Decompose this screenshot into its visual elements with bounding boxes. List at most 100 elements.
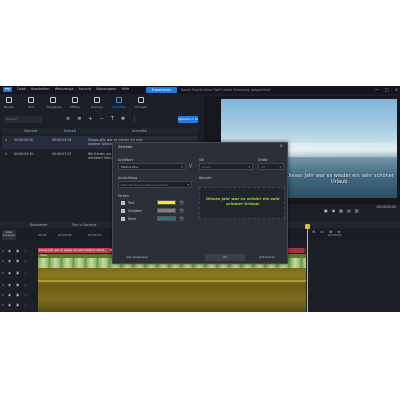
ok-button[interactable]: OK: [205, 254, 245, 261]
mute-icon[interactable]: ◌: [24, 271, 27, 275]
eyedropper-icon[interactable]: ✎: [179, 208, 184, 213]
track-control: 6 ◉ ▣ ◌: [0, 300, 38, 310]
zoom-in-icon[interactable]: ⊕: [329, 229, 332, 234]
eye-icon[interactable]: ◉: [8, 249, 11, 253]
mute-icon[interactable]: ◌: [24, 283, 27, 287]
fullscreen-icon[interactable]: ▣: [324, 208, 328, 213]
tool-media[interactable]: Medien: [2, 97, 16, 109]
size-select[interactable]: 18 ▾: [258, 163, 284, 170]
tool-label: Vorlagen: [134, 105, 148, 109]
zoom-bar-icon[interactable]: ▭: [320, 229, 324, 234]
lock-icon[interactable]: ▣: [16, 259, 19, 263]
track-number: 2: [2, 259, 4, 263]
font-format-icon[interactable]: Ⴤ: [189, 164, 192, 170]
style-value: Kursiv: [202, 165, 212, 169]
eye-icon[interactable]: ◉: [8, 283, 11, 287]
eye-icon[interactable]: ◉: [8, 271, 11, 275]
preview-timecode: 00:00:00:00: [376, 205, 396, 209]
style-select[interactable]: Kursiv ▾: [199, 163, 253, 170]
track-number: 1: [2, 249, 4, 253]
maximize-icon[interactable]: □: [385, 87, 389, 92]
dialog-close-icon[interactable]: ×: [279, 144, 283, 149]
menu-edit[interactable]: Bearbeiten: [31, 87, 50, 92]
remove-icon[interactable]: −: [100, 116, 104, 123]
size-value: 18: [261, 165, 265, 169]
show-all-button[interactable]: Alles anzeigen: [2, 230, 16, 240]
mute-icon[interactable]: ◌: [24, 303, 27, 307]
lock-icon[interactable]: ▣: [16, 293, 19, 297]
lock-icon[interactable]: ▣: [16, 249, 19, 253]
eye-icon[interactable]: ◉: [8, 293, 11, 297]
subtitles-icon: [116, 97, 122, 103]
menu-tools[interactable]: Werkzeuge: [55, 87, 74, 92]
tool-templates[interactable]: Vorlagen: [134, 97, 148, 109]
track-control-audio: 3 ◉ ▣ ◌: [0, 268, 38, 278]
align-value: Mehrfachtext richtig ausrichten: [121, 183, 169, 187]
column-end[interactable]: Endzeit: [64, 128, 76, 134]
tool-effects[interactable]: Effekte: [68, 97, 82, 109]
eye-icon[interactable]: ◉: [8, 259, 11, 263]
eye-icon[interactable]: ◉: [8, 303, 11, 307]
align-left-icon[interactable]: ≡: [66, 116, 70, 123]
lock-icon[interactable]: ▣: [16, 283, 19, 287]
font-select[interactable]: Fatima One ▾: [118, 163, 186, 170]
speech-to-text-button[interactable]: Sprache in Text: [178, 116, 198, 123]
snapshot-icon[interactable]: ▤: [347, 208, 351, 213]
export-button[interactable]: Exportieren: [146, 87, 177, 93]
menu-view[interactable]: Ansicht: [79, 87, 92, 92]
move-icon[interactable]: ✥: [121, 116, 125, 123]
apply-all-button[interactable]: Alle anwenden: [117, 254, 157, 261]
border-color-checkbox[interactable]: ✓: [121, 217, 125, 221]
lock-icon[interactable]: ▣: [16, 271, 19, 275]
align-center-icon[interactable]: ≣: [77, 116, 81, 123]
font-value: Fatima One: [121, 165, 139, 169]
split-icon[interactable]: ⋮: [132, 116, 137, 123]
menu-playback[interactable]: Wiedergabe: [96, 87, 116, 92]
cancel-button[interactable]: Abbrechen: [247, 254, 287, 261]
subtitle-clip[interactable]: Dieses Jahr war es wieder ein sehr schön…: [38, 248, 108, 253]
mute-icon[interactable]: ◌: [24, 249, 27, 253]
mute-icon[interactable]: ◌: [24, 259, 27, 263]
track-control: 4 ◉ ▣ ◌: [0, 280, 38, 290]
menu-help[interactable]: Hilfe: [121, 87, 129, 92]
border-color-label: Rand: [128, 217, 137, 221]
search-input[interactable]: Suchen: [4, 116, 42, 123]
playhead[interactable]: [307, 226, 308, 312]
menu-bar: Datei Bearbeiten Werkzeuge Ansicht Wiede…: [17, 87, 129, 92]
minimize-icon[interactable]: —: [375, 87, 379, 92]
stop-icon[interactable]: ▦: [339, 208, 343, 213]
audio-waveform[interactable]: [38, 268, 306, 312]
eyedropper-icon[interactable]: ✎: [179, 200, 184, 205]
volume-icon[interactable]: ▧: [355, 208, 359, 213]
align-select[interactable]: Mehrfachtext richtig ausrichten ▾: [118, 181, 192, 188]
shadow-color-checkbox[interactable]: ✓: [121, 209, 125, 213]
close-icon[interactable]: ✕: [395, 87, 398, 92]
fit-icon[interactable]: ⇔: [338, 229, 341, 234]
column-subtitle[interactable]: Untertitel: [132, 128, 147, 134]
tool-label: Übergänge: [46, 105, 62, 109]
tool-label: Untertitel: [112, 105, 126, 109]
add-icon[interactable]: +: [88, 116, 92, 123]
app-logo: PV: [3, 87, 12, 92]
eyedropper-icon[interactable]: ✎: [179, 216, 184, 221]
align-label: Ausrichtung: [118, 176, 138, 180]
tool-transitions[interactable]: Übergänge: [46, 97, 62, 109]
column-start[interactable]: Startzeit: [24, 128, 38, 134]
zoom-out-icon[interactable]: ⊖: [312, 229, 315, 234]
shadow-color-swatch[interactable]: [157, 208, 176, 213]
preview-subtitle[interactable]: Dieses Jahr war es wieder ein sehr schön…: [285, 173, 395, 185]
row-end: 00:00:07:17: [52, 152, 72, 156]
text-color-checkbox[interactable]: ✓: [121, 201, 125, 205]
subtitle-actions: ≡ ≣ + − T ✥ ⋮: [66, 116, 137, 123]
text-color-swatch[interactable]: [157, 200, 176, 205]
mute-icon[interactable]: ◌: [24, 293, 27, 297]
tool-label: Overlays: [90, 105, 104, 109]
menu-file[interactable]: Datei: [17, 87, 26, 92]
tool-text[interactable]: Text: [24, 97, 38, 109]
tool-subtitles[interactable]: Untertitel: [112, 97, 126, 109]
font-icon[interactable]: T: [111, 116, 114, 123]
tool-overlays[interactable]: Overlays: [90, 97, 104, 109]
lock-icon[interactable]: ▣: [16, 303, 19, 307]
border-color-swatch[interactable]: [157, 216, 176, 221]
play-icon[interactable]: ◉: [332, 208, 336, 213]
